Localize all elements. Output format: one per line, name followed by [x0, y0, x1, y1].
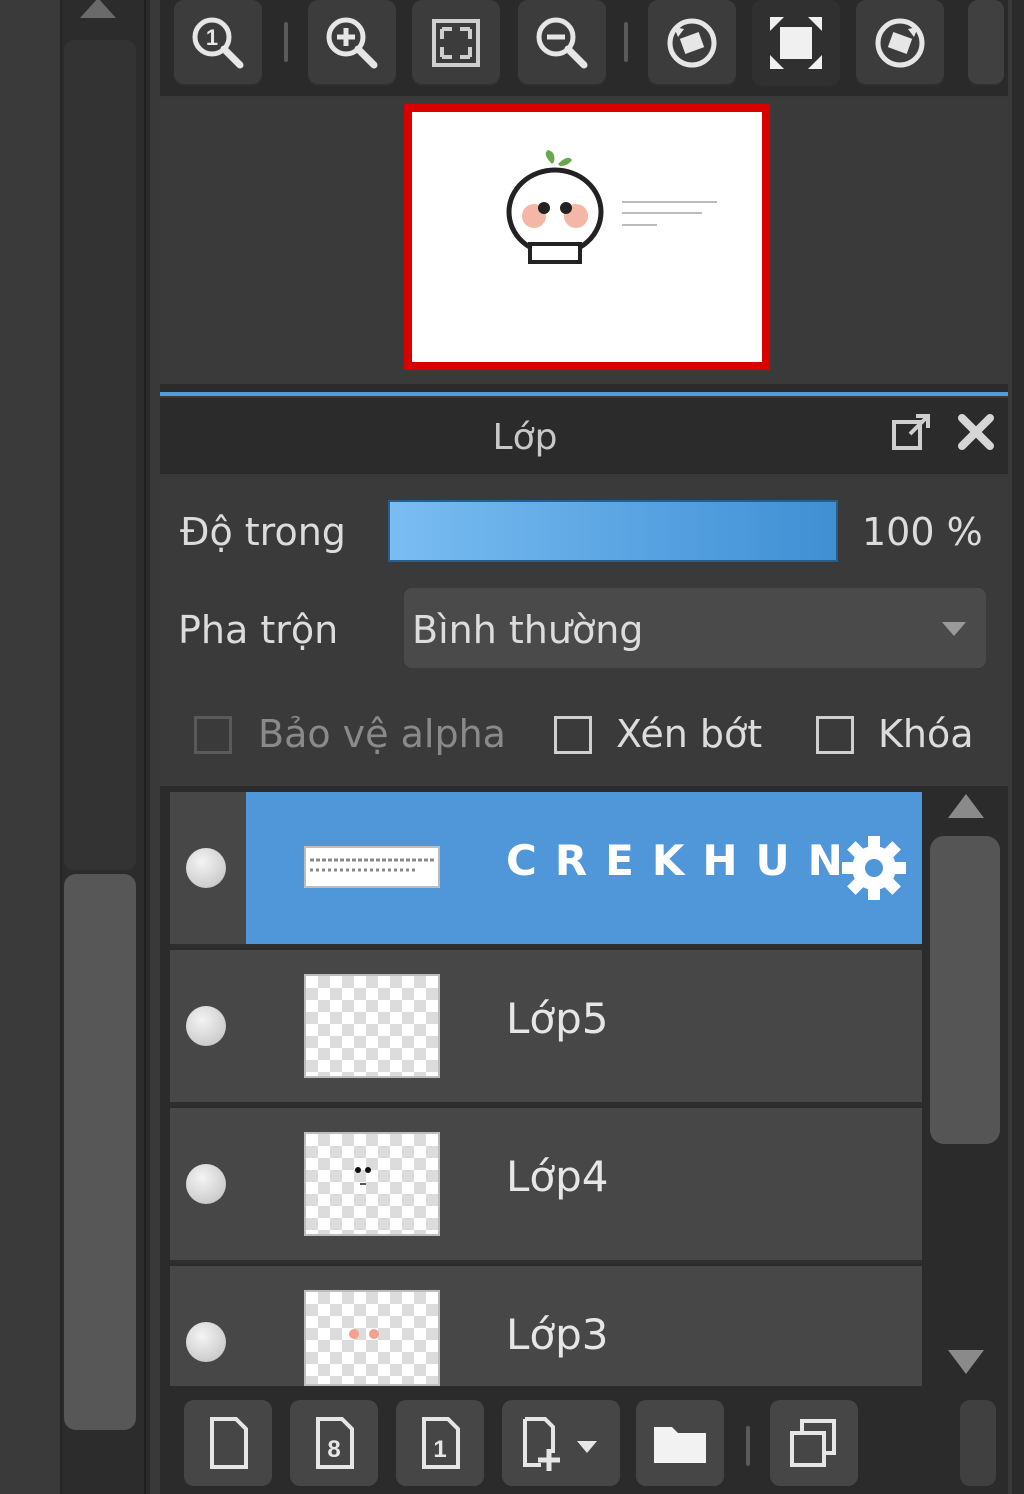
- undock-button[interactable]: [890, 410, 934, 454]
- gear-icon: [842, 836, 906, 900]
- layer-name: Lớp3: [506, 1310, 609, 1359]
- scroll-up-arrow-icon[interactable]: [80, 0, 116, 18]
- layer-row[interactable]: Lớp5: [170, 950, 922, 1106]
- eyes-preview: [355, 1167, 371, 1185]
- canvas-thumbnail-image: [506, 150, 717, 264]
- layer-thumbnail: [304, 1132, 440, 1236]
- layer-thumbnail: [304, 1290, 440, 1386]
- new-folder-icon: [654, 1427, 706, 1463]
- navigator-canvas-preview: [412, 112, 762, 362]
- new-folder-button[interactable]: [636, 1400, 724, 1486]
- left-edge: [0, 0, 60, 1494]
- svg-text:1: 1: [433, 1436, 446, 1463]
- zoom-in-button[interactable]: [308, 0, 396, 86]
- layer-list-scrollbar-thumb[interactable]: [930, 836, 1000, 1144]
- new-1bit-layer-button[interactable]: 1: [396, 1400, 484, 1486]
- close-panel-button[interactable]: [954, 410, 998, 454]
- protect-alpha-label: Bảo vệ alpha: [258, 712, 506, 756]
- layer-visibility-toggle[interactable]: [186, 1322, 226, 1362]
- layer-thumbnail: [304, 974, 440, 1078]
- toolbar-separator: [746, 1426, 750, 1466]
- layer-visibility-toggle[interactable]: [186, 1006, 226, 1046]
- blend-mode-value: Bình thường: [412, 608, 644, 652]
- layer-name: Lớp4: [506, 1152, 609, 1201]
- toolbar-separator: [624, 22, 628, 62]
- reset-view-icon: [770, 17, 822, 69]
- new-1bit-layer-icon: 1: [422, 1417, 460, 1469]
- toolbar-overflow[interactable]: [960, 1400, 996, 1486]
- layer-panel-title: Lớp: [492, 417, 558, 458]
- fit-screen-button[interactable]: [412, 0, 500, 86]
- svg-text:1: 1: [206, 25, 218, 50]
- layer-row[interactable]: Lớp4: [170, 1108, 922, 1264]
- zoom-actual-button[interactable]: 1: [174, 0, 262, 86]
- clipping-checkbox[interactable]: [554, 716, 592, 754]
- duplicate-layer-button[interactable]: [770, 1400, 858, 1486]
- zoom-actual-icon: 1: [192, 17, 244, 69]
- fit-screen-icon: [432, 19, 480, 67]
- panel-divider-highlight: [160, 392, 1008, 396]
- protect-alpha-checkbox[interactable]: [194, 716, 232, 754]
- external-window-icon: [892, 414, 930, 450]
- rotate-left-icon: [667, 18, 717, 68]
- toolbar-separator: [284, 22, 288, 62]
- layer-name: Lớp5: [506, 994, 609, 1043]
- lock-checkbox[interactable]: [816, 716, 854, 754]
- rotate-right-icon: [875, 18, 925, 68]
- reset-view-button[interactable]: [752, 0, 840, 86]
- layer-thumbnail: [304, 846, 440, 888]
- rotate-left-button[interactable]: [648, 0, 736, 86]
- rotate-right-button[interactable]: [856, 0, 944, 86]
- clipping-label: Xén bớt: [616, 712, 763, 756]
- blush-preview: [349, 1329, 379, 1339]
- zoom-out-icon: [536, 17, 588, 69]
- duplicate-layer-icon: [790, 1419, 836, 1467]
- close-icon: [958, 414, 994, 450]
- new-8bit-layer-button[interactable]: 8: [290, 1400, 378, 1486]
- new-layer-icon: [210, 1417, 248, 1469]
- svg-text:8: 8: [327, 1436, 340, 1463]
- layer-visibility-toggle[interactable]: [186, 848, 226, 888]
- scroll-down-arrow-icon[interactable]: [948, 1350, 984, 1374]
- navigator-toolbar: 1: [160, 0, 1008, 96]
- scroll-up-arrow-icon[interactable]: [948, 794, 984, 818]
- opacity-slider[interactable]: [388, 500, 838, 562]
- layer-row[interactable]: CREKHUN: [170, 792, 922, 948]
- opacity-label: Độ trong: [180, 510, 346, 554]
- chevron-down-icon: [942, 622, 966, 636]
- text-layer-preview: [310, 858, 434, 872]
- lock-label: Khóa: [878, 712, 974, 756]
- toolbar-overflow[interactable]: [968, 0, 1004, 86]
- blend-label: Pha trộn: [178, 608, 339, 652]
- new-layer-button[interactable]: [184, 1400, 272, 1486]
- add-layer-dropdown-icon: [523, 1417, 597, 1471]
- layer-name: CREKHUN: [506, 836, 861, 885]
- opacity-value: 100 %: [862, 510, 983, 554]
- zoom-out-button[interactable]: [518, 0, 606, 86]
- zoom-in-icon: [326, 17, 378, 69]
- canvas-scrollbar-thumb[interactable]: [64, 874, 136, 1430]
- add-layer-dropdown-button[interactable]: [502, 1400, 620, 1486]
- layer-visibility-toggle[interactable]: [186, 1164, 226, 1204]
- layer-row[interactable]: Lớp3: [170, 1266, 922, 1386]
- new-8bit-layer-icon: 8: [316, 1417, 354, 1469]
- canvas-scrollbar-groove: [64, 40, 136, 870]
- blend-mode-select[interactable]: Bình thường: [404, 588, 986, 668]
